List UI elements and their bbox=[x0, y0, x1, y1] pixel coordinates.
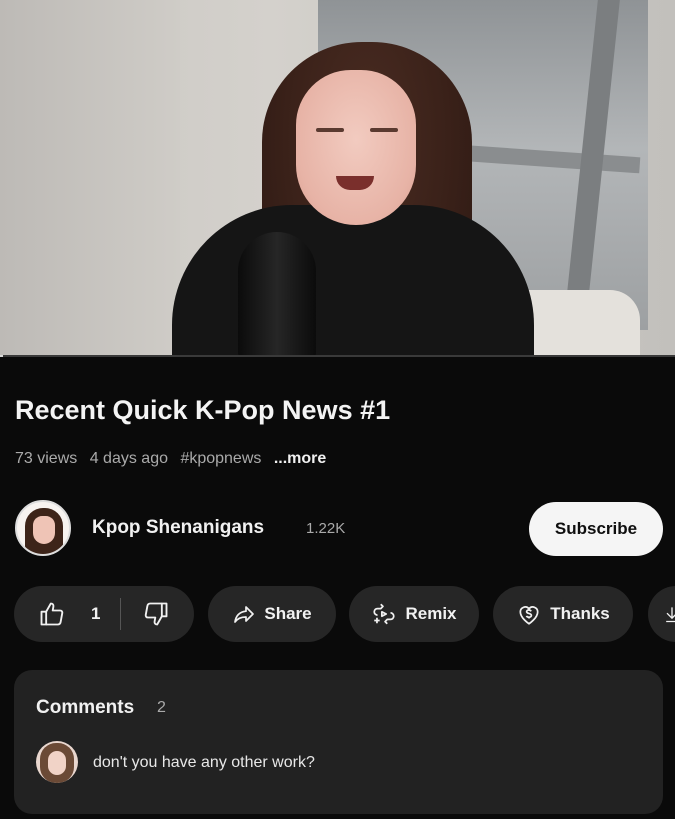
video-title: Recent Quick K-Pop News #1 bbox=[15, 395, 391, 425]
share-icon bbox=[232, 602, 256, 626]
more-actions-button[interactable] bbox=[648, 586, 675, 642]
remix-icon bbox=[371, 601, 397, 627]
subscriber-count: 1.22K bbox=[306, 520, 346, 537]
like-count: 1 bbox=[91, 604, 101, 623]
video-player[interactable] bbox=[0, 0, 675, 357]
channel-avatar[interactable] bbox=[15, 500, 71, 556]
like-dislike-pill: 1 bbox=[14, 586, 194, 642]
comments-count: 2 bbox=[157, 699, 166, 716]
super-thanks-icon bbox=[516, 601, 542, 627]
remix-button[interactable]: Remix bbox=[349, 586, 479, 642]
video-progress-fill bbox=[0, 355, 3, 357]
microphone bbox=[238, 232, 316, 357]
comments-title: Comments bbox=[36, 697, 135, 718]
channel-name[interactable]: Kpop Shenanigans bbox=[92, 517, 264, 539]
thumbs-down-icon[interactable] bbox=[142, 600, 170, 628]
more-link[interactable]: ...more bbox=[274, 450, 326, 467]
upload-age: 4 days ago bbox=[89, 450, 168, 467]
commenter-avatar bbox=[36, 741, 78, 783]
thumbs-up-icon[interactable] bbox=[38, 600, 66, 628]
share-button[interactable]: Share bbox=[208, 586, 336, 642]
subscribe-button[interactable]: Subscribe bbox=[529, 502, 663, 556]
thanks-button[interactable]: Thanks bbox=[493, 586, 633, 642]
like-divider bbox=[120, 598, 121, 630]
view-count: 73 views bbox=[15, 450, 78, 467]
remix-label: Remix bbox=[405, 604, 457, 623]
video-meta[interactable]: 73 views 4 days ago #kpopnews ...more bbox=[15, 450, 334, 468]
video-presenter bbox=[0, 0, 675, 357]
channel-row: Kpop Shenanigans 1.22K Subscribe bbox=[15, 500, 665, 558]
comments-panel[interactable]: Comments 2 don't you have any other work… bbox=[14, 670, 663, 814]
video-watch-page: Recent Quick K-Pop News #1 73 views 4 da… bbox=[0, 0, 675, 819]
share-label: Share bbox=[264, 604, 312, 623]
thanks-label: Thanks bbox=[550, 604, 610, 623]
action-bar: 1 Share Remix Thanks bbox=[14, 586, 675, 642]
download-icon bbox=[662, 604, 675, 624]
hashtag-link[interactable]: #kpopnews bbox=[180, 450, 261, 467]
top-comment-text: don't you have any other work? bbox=[93, 754, 315, 771]
video-progress-bar[interactable] bbox=[0, 355, 675, 357]
